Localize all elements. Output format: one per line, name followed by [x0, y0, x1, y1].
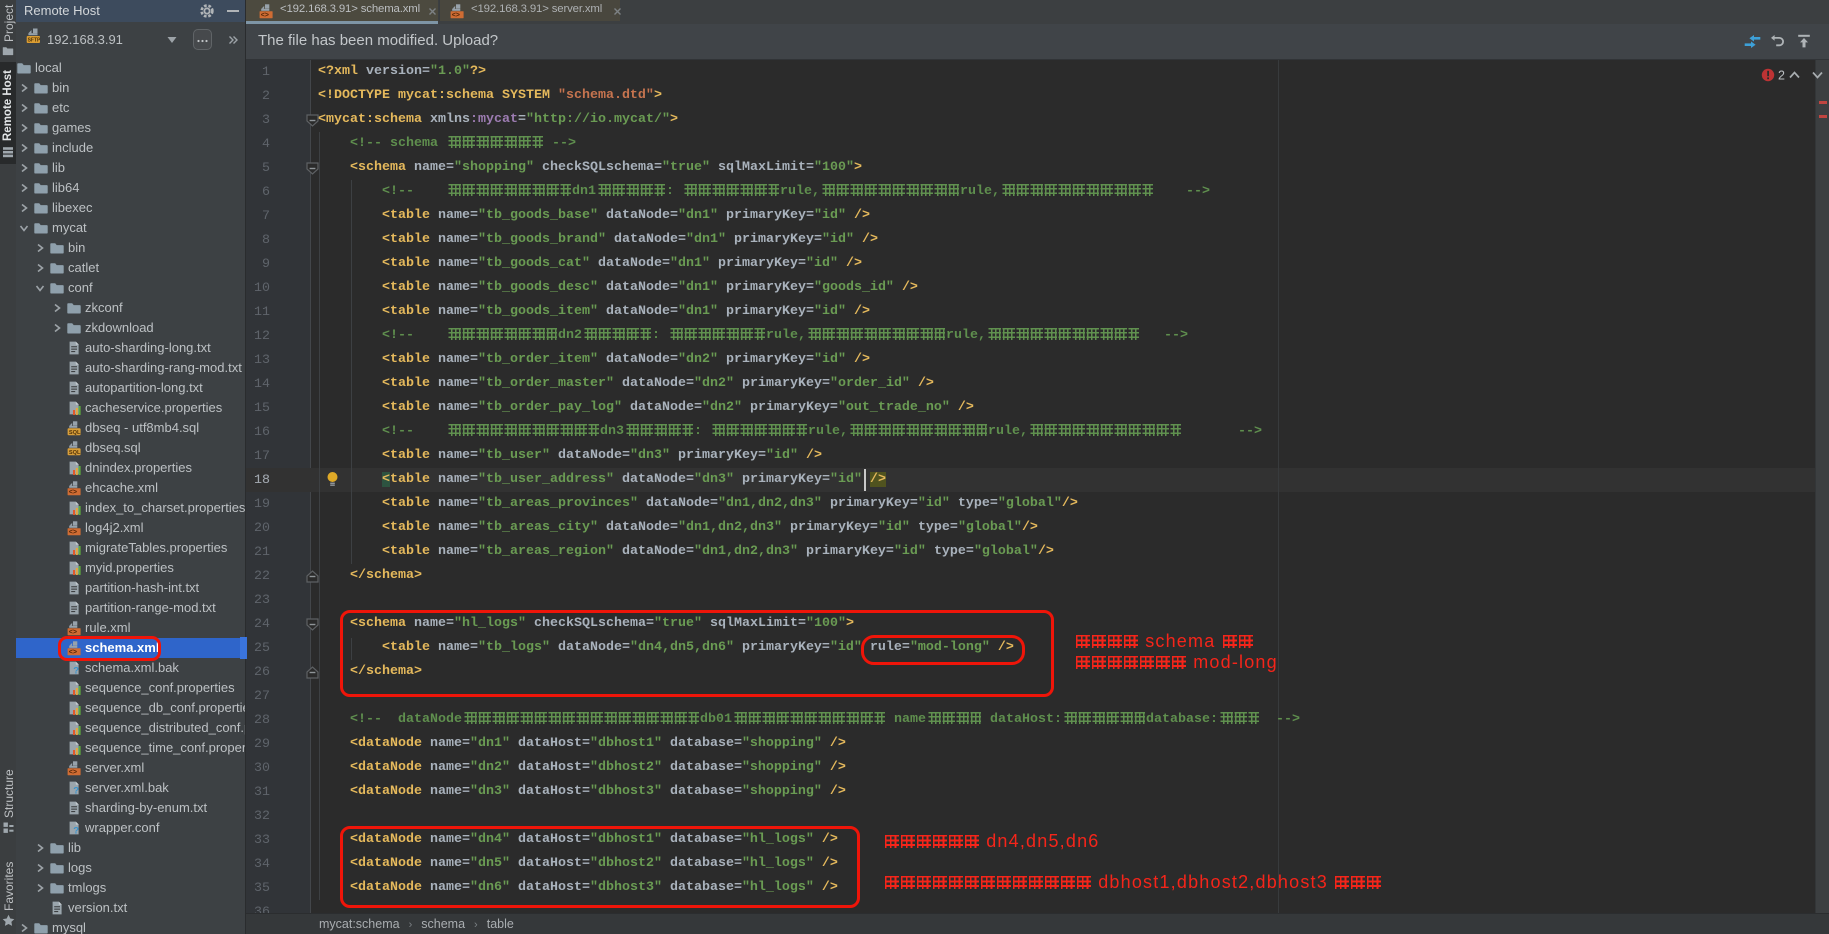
svg-text:<>: <> [69, 769, 77, 776]
svg-text:<>: <> [69, 529, 77, 536]
svg-text:?: ? [73, 665, 79, 676]
svg-text:<>: <> [452, 12, 460, 19]
svg-text:<>: <> [261, 12, 269, 19]
svg-text:<>: <> [69, 489, 77, 496]
svg-text:?: ? [73, 785, 79, 796]
svg-text:?: ? [73, 825, 79, 836]
svg-text:SQL: SQL [69, 450, 81, 456]
svg-text:SQL: SQL [69, 430, 81, 436]
svg-text:<>: <> [69, 629, 77, 636]
svg-text:2: 2 [1778, 69, 1785, 83]
